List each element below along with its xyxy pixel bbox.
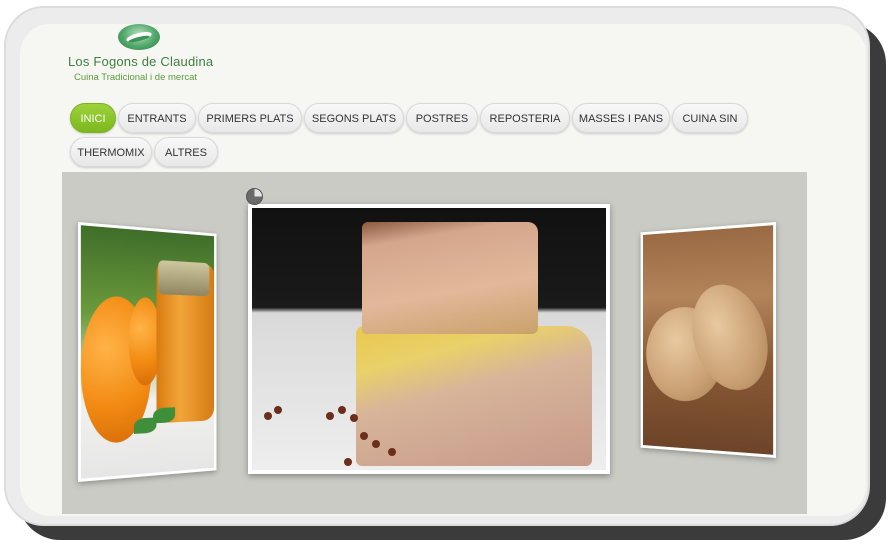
peppercorn-shape bbox=[274, 406, 282, 414]
slide-right[interactable] bbox=[640, 222, 776, 458]
peppercorn-shape bbox=[388, 448, 396, 456]
slide-image-terrine bbox=[252, 208, 606, 470]
nav-item-inici[interactable]: INICI bbox=[70, 103, 116, 133]
nav-item-masses-i-pans[interactable]: MASSES I PANS bbox=[572, 103, 670, 133]
slide-left[interactable] bbox=[78, 222, 217, 482]
peppercorn-shape bbox=[360, 432, 368, 440]
jar-lid-shape bbox=[158, 260, 210, 297]
leaf-logo-icon[interactable] bbox=[118, 24, 160, 50]
nav-item-cuina-sin[interactable]: CUINA SIN bbox=[672, 103, 748, 133]
nav-item-altres[interactable]: ALTRES bbox=[154, 137, 218, 167]
site-subtitle: Cuina Tradicional i de mercat bbox=[74, 72, 198, 83]
terrine-slice-shape bbox=[356, 326, 592, 466]
slide-image-orange-jam bbox=[80, 225, 215, 479]
nav-item-postres[interactable]: POSTRES bbox=[406, 103, 478, 133]
terrine-slice-shape bbox=[362, 222, 538, 334]
peppercorn-shape bbox=[326, 412, 334, 420]
slide-main[interactable] bbox=[248, 204, 610, 474]
nav-item-reposteria[interactable]: REPOSTERIA bbox=[480, 103, 570, 133]
peppercorn-shape bbox=[350, 414, 358, 422]
peppercorn-shape bbox=[264, 412, 272, 420]
nav-item-entrants[interactable]: ENTRANTS bbox=[118, 103, 196, 133]
nav-item-primers-plats[interactable]: PRIMERS PLATS bbox=[198, 103, 302, 133]
site-title[interactable]: Los Fogons de Claudina bbox=[68, 54, 213, 69]
nav-item-segons-plats[interactable]: SEGONS PLATS bbox=[304, 103, 404, 133]
peppercorn-shape bbox=[344, 458, 352, 466]
slide-image-pita-bread bbox=[643, 225, 774, 455]
peppercorn-shape bbox=[372, 440, 380, 448]
peppercorn-shape bbox=[338, 406, 346, 414]
loading-pie-icon bbox=[246, 188, 263, 205]
nav-item-thermomix[interactable]: THERMOMIX bbox=[70, 137, 152, 167]
